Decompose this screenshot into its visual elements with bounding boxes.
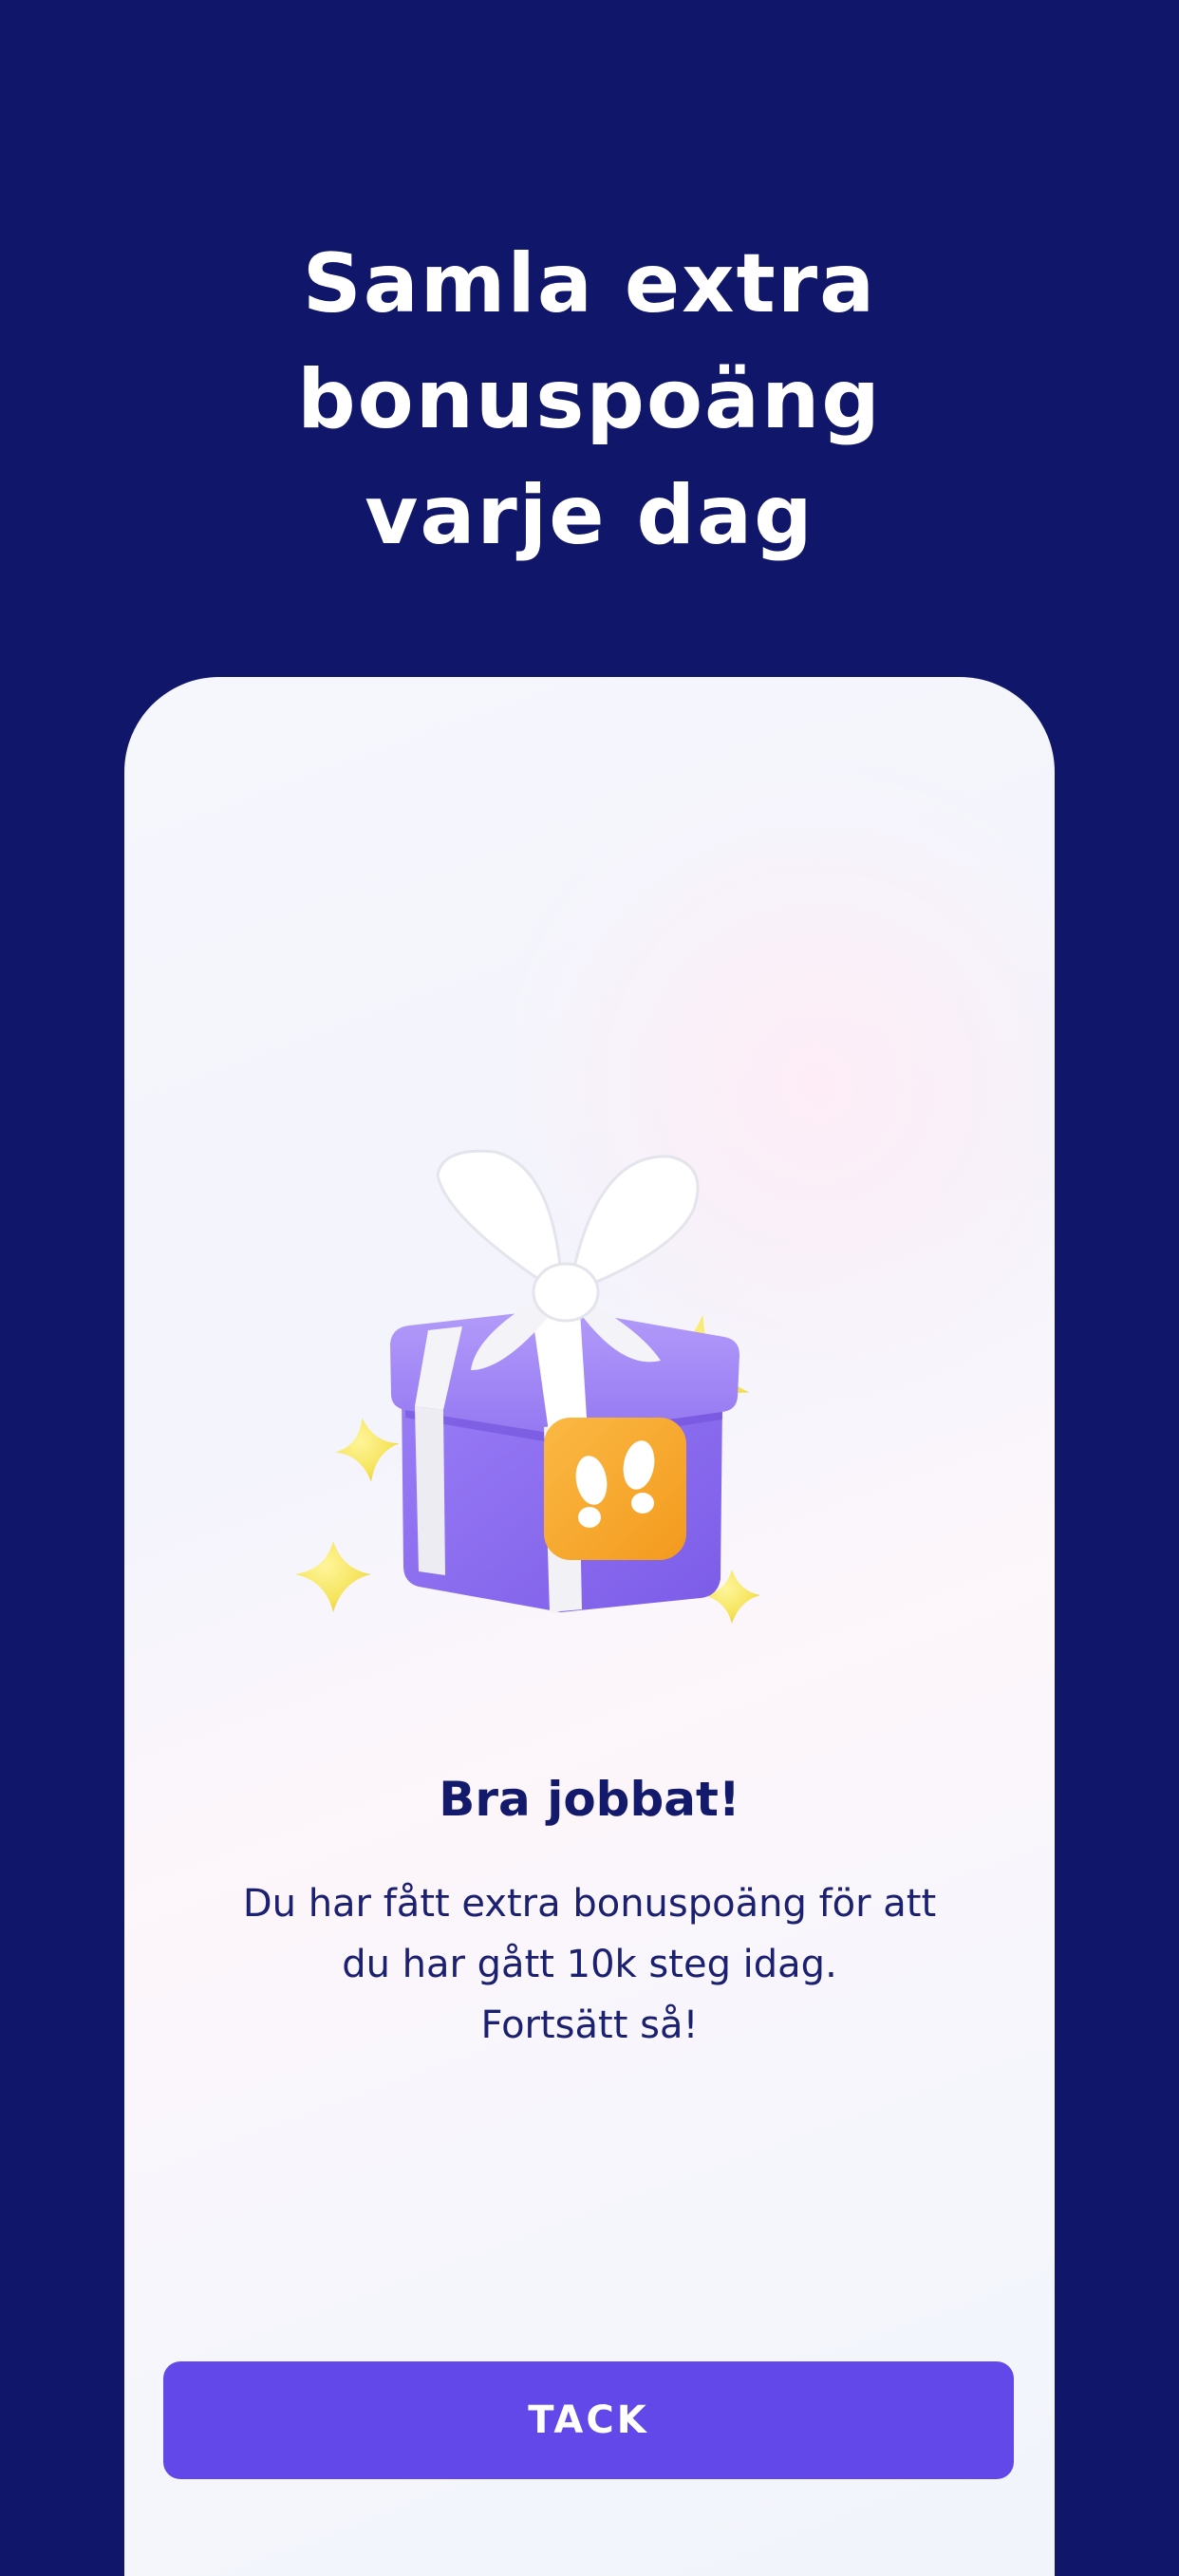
tack-button[interactable]: TACK xyxy=(163,2361,1014,2479)
headline-line-2: varje dag xyxy=(365,468,814,563)
card-title: Bra jobbat! xyxy=(439,1772,740,1827)
card-message: Du har fått extra bonuspoäng för att du … xyxy=(181,1873,998,2056)
star-icon-bottom-left xyxy=(295,1541,371,1612)
footsteps-icon xyxy=(544,1418,686,1560)
headline: Samla extra bonuspoäng varje dag xyxy=(0,226,1179,573)
card-message-line-2: du har gått 10k steg idag. xyxy=(342,1943,837,1986)
headline-line-1: Samla extra bonuspoäng xyxy=(297,236,882,447)
reward-card: Bra jobbat! Du har fått extra bonuspoäng… xyxy=(124,677,1055,2576)
gift-illustration xyxy=(295,1149,760,1624)
card-message-line-3: Fortsätt så! xyxy=(480,2003,699,2047)
card-message-line-1: Du har fått extra bonuspoäng för att xyxy=(242,1882,937,1926)
star-icon-small-left xyxy=(335,1418,400,1482)
